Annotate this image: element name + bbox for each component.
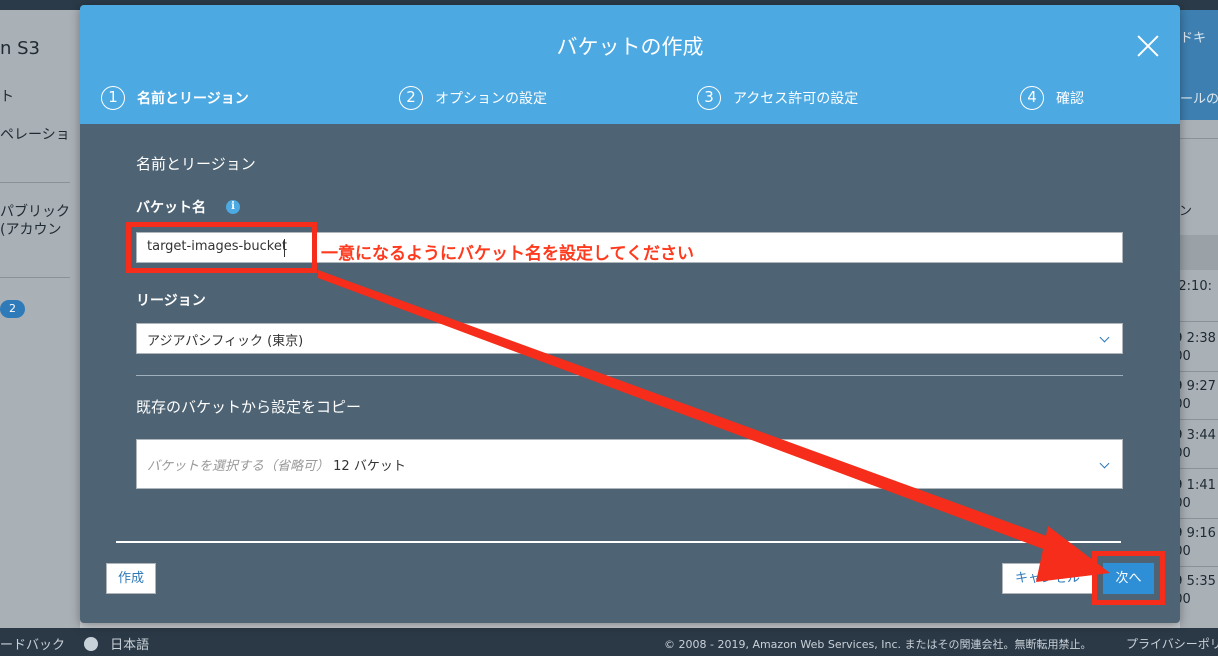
step-label: 名前とリージョン xyxy=(137,91,249,107)
row-separator xyxy=(1180,321,1218,322)
row-separator xyxy=(1180,419,1218,420)
wizard-step-name-region[interactable]: 1 名前とリージョン xyxy=(101,86,249,110)
copy-bucket-placeholder: バケットを選択する（省略可） xyxy=(147,459,330,474)
region-value: アジアパシフィック (東京) xyxy=(147,334,304,349)
bucket-count: 12 バケット xyxy=(333,459,406,474)
page-footer: ードバック 日本語 © 2008 - 2019, Amazon Web Serv… xyxy=(0,628,1218,656)
table-cell: 19 2:38 xyxy=(1180,331,1216,346)
table-cell: 19 9:16 xyxy=(1180,526,1216,541)
bucket-name-label: バケット名 xyxy=(136,200,206,216)
table-cell: 900 xyxy=(1180,496,1191,511)
table-cell: 19 5:35 xyxy=(1180,574,1216,589)
copy-settings-label: 既存のバケットから設定をコピー xyxy=(136,398,362,416)
column-header: ョン xyxy=(1180,204,1193,219)
step-label: アクセス許可の設定 xyxy=(733,91,859,107)
table-cell: 19 3:44 xyxy=(1180,428,1216,443)
row-separator xyxy=(1180,566,1218,567)
table-cell: 900 xyxy=(1180,349,1191,364)
region-label: リージョン xyxy=(136,293,206,309)
language-label: 日本語 xyxy=(110,638,150,653)
sidebar-title: n S3 xyxy=(0,38,41,59)
close-icon[interactable] xyxy=(1136,34,1160,58)
annotation-text: 一意になるようにバケット名を設定してください xyxy=(321,244,694,264)
language-selector[interactable]: 日本語 xyxy=(84,634,149,653)
feedback-link[interactable]: ードバック xyxy=(0,634,65,653)
chevron-down-icon xyxy=(1099,458,1110,469)
annotation-highlight-next xyxy=(1092,551,1165,605)
step-number: 2 xyxy=(399,86,423,110)
sidebar-item[interactable]: パブリック xyxy=(0,203,70,221)
row-separator xyxy=(1180,518,1218,519)
wizard-step-permissions[interactable]: 3 アクセス許可の設定 xyxy=(697,86,858,110)
info-icon[interactable]: i xyxy=(226,200,240,214)
step-number: 1 xyxy=(101,86,125,110)
table-cell: 900 xyxy=(1180,544,1191,559)
row-separator xyxy=(1180,371,1218,372)
table-cell: 19 1:41 xyxy=(1180,478,1216,493)
table-cell: 19 9:27 xyxy=(1180,379,1216,394)
copyright-text: © 2008 - 2019, Amazon Web Services, Inc.… xyxy=(664,638,1092,651)
right-content-edge: ドキ ールの ョン 9 2:10: 19 2:38 900 19 9:27 90… xyxy=(1180,10,1218,628)
step-number: 3 xyxy=(697,86,721,110)
table-cell: 900 xyxy=(1180,446,1191,461)
table-cell: 9 2:10: xyxy=(1180,279,1212,294)
create-bucket-modal: バケットの作成 1 名前とリージョン 2 オプションの設定 3 アクセス許可の設… xyxy=(80,5,1180,623)
step-label: オプションの設定 xyxy=(435,91,547,107)
step-number: 4 xyxy=(1020,86,1044,110)
annotation-highlight-input xyxy=(126,222,317,273)
wizard-step-review[interactable]: 4 確認 xyxy=(1020,86,1084,110)
count-badge: 2 xyxy=(0,300,25,318)
copy-bucket-value: バケットを選択する（省略可） 12 バケット xyxy=(147,455,406,474)
region-select[interactable]: アジアパシフィック (東京) xyxy=(136,323,1123,354)
left-sidebar: n S3 ト ペレーショ パブリック (アカウン 2 xyxy=(0,10,80,628)
docs-link[interactable]: ドキ xyxy=(1180,27,1206,46)
table-header-bg xyxy=(1180,235,1218,270)
wizard-step-options[interactable]: 2 オプションの設定 xyxy=(399,86,547,110)
sidebar-divider xyxy=(0,277,70,278)
footer-divider xyxy=(116,541,1121,543)
globe-icon xyxy=(84,637,98,651)
row-separator xyxy=(1180,468,1218,469)
table-cell: 900 xyxy=(1180,592,1191,607)
modal-header: バケットの作成 1 名前とリージョン 2 オプションの設定 3 アクセス許可の設… xyxy=(80,5,1180,124)
sidebar-item[interactable]: ト xyxy=(0,88,14,106)
right-header-band: ドキ ールの xyxy=(1180,10,1218,120)
modal-title: バケットの作成 xyxy=(556,35,704,59)
sidebar-item[interactable]: (アカウン xyxy=(0,221,61,239)
privacy-link[interactable]: プライバシーポリ xyxy=(1126,635,1218,652)
divider xyxy=(136,375,1123,376)
chevron-down-icon xyxy=(1099,332,1110,343)
copy-bucket-select[interactable]: バケットを選択する（省略可） 12 バケット xyxy=(136,439,1123,489)
row-separator xyxy=(1180,138,1218,139)
create-button[interactable]: 作成 xyxy=(106,563,156,594)
sidebar-item[interactable]: ペレーショ xyxy=(0,126,70,144)
step-label: 確認 xyxy=(1056,91,1084,107)
table-cell: 900 xyxy=(1180,397,1191,412)
sidebar-divider xyxy=(0,182,70,183)
section-title: 名前とリージョン xyxy=(136,155,256,173)
cancel-button[interactable]: キャンセル xyxy=(1002,563,1093,594)
tools-link[interactable]: ールの xyxy=(1180,88,1218,107)
